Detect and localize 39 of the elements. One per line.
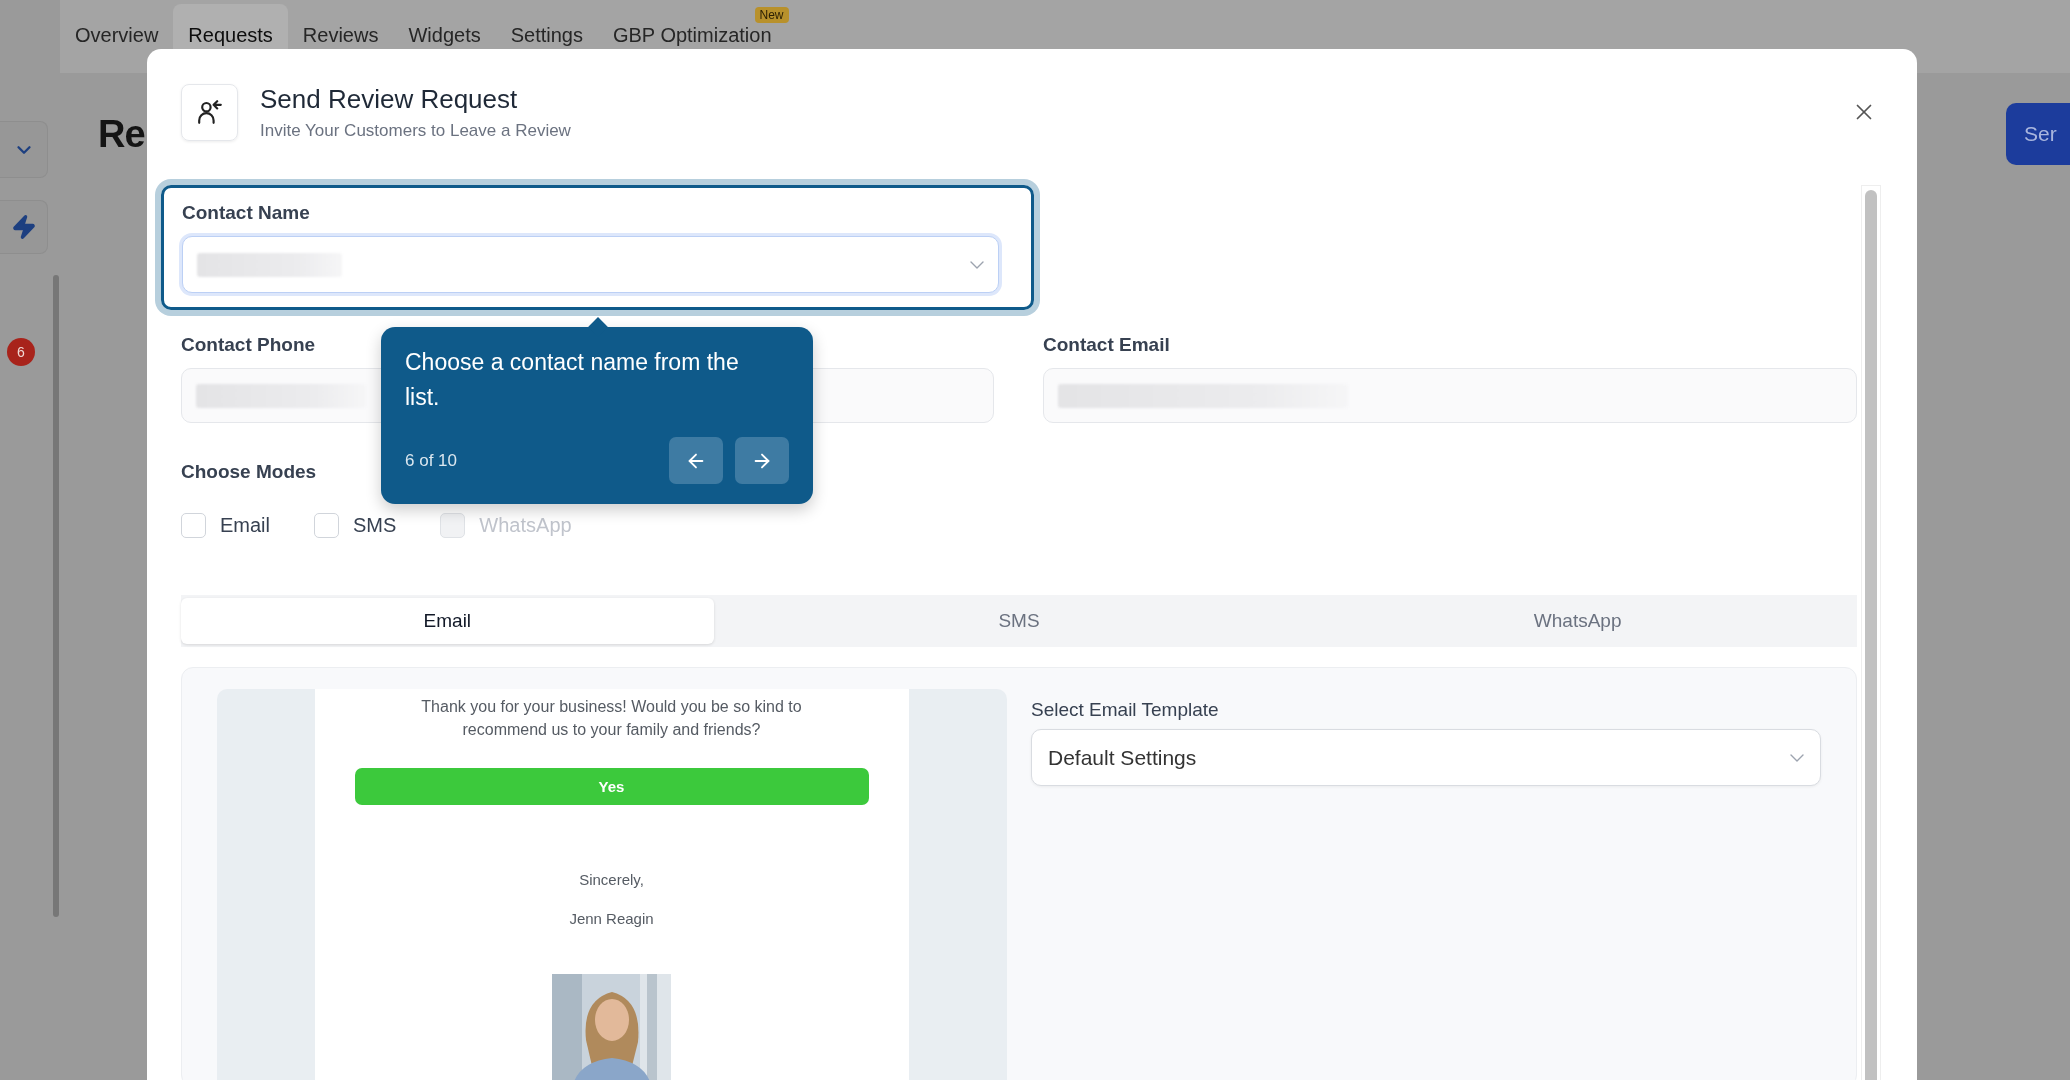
field-label: Contact Name bbox=[182, 202, 310, 224]
new-badge: New bbox=[754, 7, 789, 23]
user-arrow-icon bbox=[196, 100, 223, 124]
checkbox-label: WhatsApp bbox=[479, 514, 572, 537]
contact-select[interactable] bbox=[182, 236, 999, 293]
input-field[interactable] bbox=[1043, 368, 1857, 423]
email-closing: Sincerely, bbox=[579, 871, 644, 889]
nav-tab[interactable]: Overview bbox=[60, 4, 174, 73]
email-signature: Jenn Reagin bbox=[569, 910, 654, 928]
field-label: Contact Phone bbox=[181, 334, 316, 356]
notification-badge: 6 bbox=[7, 338, 35, 366]
checkbox[interactable] bbox=[181, 513, 206, 538]
chevron-down-icon bbox=[970, 260, 984, 269]
next-button[interactable] bbox=[735, 437, 789, 484]
send-button[interactable]: Ser bbox=[2006, 103, 2070, 165]
channel-tab[interactable]: WhatsApp bbox=[1298, 598, 1857, 644]
dropdown-button[interactable] bbox=[0, 121, 48, 178]
checkbox-label: SMS bbox=[353, 514, 397, 537]
checkbox-label: Email bbox=[220, 514, 270, 537]
template-select[interactable]: Default Settings bbox=[1031, 729, 1821, 786]
channel-tab[interactable]: Email bbox=[181, 598, 714, 644]
section-label: Choose Modes bbox=[181, 461, 317, 483]
tooltip-text: Choose a contact name from the list. bbox=[405, 348, 740, 412]
modal-subtitle: Invite Your Customers to Leave a Review bbox=[260, 120, 572, 141]
scrollbar-thumb[interactable] bbox=[1865, 190, 1877, 1080]
modal-title: Send Review Request bbox=[260, 83, 519, 115]
step-counter: 6 of 10 bbox=[405, 450, 457, 471]
page-heading: Re bbox=[98, 113, 145, 156]
previous-button[interactable] bbox=[669, 437, 723, 484]
field-label: Contact Email bbox=[1043, 334, 1170, 356]
mode-checkbox[interactable]: SMS bbox=[314, 513, 397, 538]
chevron-down-icon bbox=[1790, 753, 1804, 762]
email-message: Thank you for your business! Would you be so kind to recommend us to your family and friends? bbox=[420, 697, 803, 740]
channel-tab[interactable]: SMS bbox=[739, 598, 1299, 644]
checkbox[interactable] bbox=[314, 513, 339, 538]
lightning-icon bbox=[10, 214, 37, 240]
mode-checkbox[interactable]: Email bbox=[181, 513, 270, 538]
template-label: Select Email Template bbox=[1031, 699, 1219, 721]
lightning-button[interactable] bbox=[0, 200, 48, 254]
